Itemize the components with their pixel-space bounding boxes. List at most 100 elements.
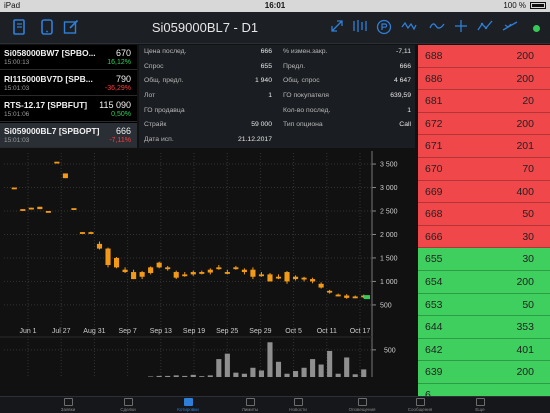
tab-limits[interactable]: Лимиты <box>225 397 275 413</box>
candle-body <box>224 272 230 274</box>
status-dot-icon <box>533 25 540 32</box>
indicators-icon[interactable] <box>351 19 369 37</box>
candle[interactable] <box>28 207 34 210</box>
candle[interactable] <box>37 206 43 210</box>
candle[interactable] <box>54 161 60 164</box>
instrument-name: RTS-12.17 [SPBFUT] <box>4 100 88 110</box>
order-book-quantity: 50 <box>522 298 534 311</box>
order-book[interactable]: 688 200 686 200 681 20 672 200 671 201 670 70 669 400… <box>418 45 550 396</box>
tab-news[interactable]: Новости <box>273 397 323 413</box>
order-book-quantity: 200 <box>516 366 534 379</box>
order-book-quantity: 353 <box>516 321 534 334</box>
info-label: Общ. спрос <box>283 77 320 85</box>
candle[interactable] <box>11 187 17 190</box>
y-tick-label: 1 500 <box>380 255 398 262</box>
order-book-bid-row[interactable]: 6 <box>418 384 550 396</box>
crosshair-icon[interactable] <box>452 19 470 37</box>
tab-messages[interactable]: Сообщения <box>395 397 445 413</box>
x-tick-label: Jun 1 <box>19 328 36 335</box>
order-book-bid-row[interactable]: 653 50 <box>418 293 550 317</box>
watchlist-item-selected[interactable]: Si059000BL7 [SPBOPT] 15:01:03 666 -7,11% <box>0 123 137 148</box>
battery-percent: 100 % <box>503 1 526 10</box>
order-book-quantity: 30 <box>522 253 534 266</box>
order-book-bid-row[interactable]: 655 30 <box>418 248 550 271</box>
volume-bar <box>361 369 367 377</box>
order-book-price: 671 <box>425 140 443 153</box>
order-book-price: 681 <box>425 95 443 108</box>
messages-icon <box>415 398 425 406</box>
order-book-price: 639 <box>425 366 443 379</box>
expand-icon[interactable] <box>328 19 346 37</box>
watchlist-item[interactable]: RI115000BV7D [SPB... 15:01:03 790 -36,29… <box>0 71 137 96</box>
candle[interactable] <box>71 208 77 210</box>
volume-bar <box>352 374 358 377</box>
tab-trades[interactable]: Сделки <box>103 397 153 413</box>
info-row: Тип опциона Call <box>278 118 415 133</box>
candle-body <box>284 272 290 282</box>
tab-more[interactable]: Еще <box>455 397 505 413</box>
candle-body <box>173 272 179 278</box>
order-book-bid-row[interactable]: 644 353 <box>418 316 550 339</box>
candle[interactable] <box>62 173 68 179</box>
order-book-price: 642 <box>425 343 443 356</box>
trendline-icon[interactable] <box>501 19 519 37</box>
volume-bar <box>327 350 333 377</box>
tab-orders[interactable]: Заявки <box>43 397 93 413</box>
limits-icon <box>245 398 255 406</box>
info-label: % измен.закр. <box>283 48 328 55</box>
volume-bar <box>216 359 222 377</box>
order-book-ask-row[interactable]: 669 400 <box>418 180 550 204</box>
order-book-ask-row[interactable]: 681 20 <box>418 90 550 113</box>
x-tick-label: Sep 19 <box>183 328 205 335</box>
order-book-ask-row[interactable]: 671 201 <box>418 135 550 158</box>
candle-body <box>148 267 154 273</box>
order-book-ask-row[interactable]: 668 50 <box>418 203 550 226</box>
candle[interactable] <box>113 257 120 269</box>
candle[interactable] <box>79 232 86 234</box>
wave-icon[interactable] <box>400 19 418 37</box>
candle-body <box>131 272 137 280</box>
tab-quotes[interactable]: Котировки <box>163 397 213 413</box>
candlestick-chart[interactable]: 3 500 3 000 2 500 2 000 1 500 1 000 500 Jun 1 Ju… <box>0 149 415 396</box>
candle[interactable] <box>156 261 162 269</box>
candle-body <box>105 248 111 265</box>
order-book-bid-row[interactable]: 639 200 <box>418 361 550 384</box>
order-book-bid-row[interactable]: 642 401 <box>418 338 550 362</box>
watchlist-item[interactable]: RTS-12.17 [SPBFUT] 15:01:06 115 090 0,50… <box>0 97 137 122</box>
order-book-bid-row[interactable]: 654 200 <box>418 271 550 294</box>
more-icon <box>475 398 485 406</box>
volume-bar <box>207 375 213 377</box>
volume-bar <box>267 342 273 377</box>
info-row: Дата исп. 21.12.2017 <box>139 133 276 148</box>
rouble-icon[interactable] <box>375 19 393 37</box>
candle[interactable] <box>20 209 26 211</box>
order-book-ask-row[interactable]: 670 70 <box>418 158 550 181</box>
order-book-ask-row[interactable]: 686 200 <box>418 67 550 91</box>
info-row: Общ. спрос 4 647 <box>278 74 415 89</box>
wave-alt-icon[interactable] <box>428 19 446 37</box>
y-tick-label: 500 <box>380 302 392 309</box>
candle-body <box>190 272 196 275</box>
info-label: ГО покупателя <box>283 92 329 100</box>
candle[interactable] <box>105 247 111 268</box>
candle-body <box>250 269 256 277</box>
candle-body <box>113 257 120 268</box>
info-value: 666 <box>260 48 272 55</box>
order-book-ask-row[interactable]: 666 30 <box>418 225 550 249</box>
volume-bar <box>318 364 324 377</box>
y-tick-label: 3 000 <box>380 185 398 192</box>
tab-alerts[interactable]: Оповещения <box>337 397 387 413</box>
watchlist-item[interactable]: Si058000BW7 [SPBO... 15:00:13 670 16,12% <box>0 45 137 70</box>
candle-body <box>45 211 51 213</box>
candle-body <box>20 209 26 211</box>
x-tick-label: Aug 31 <box>83 328 105 335</box>
candle-body <box>258 274 265 277</box>
zigzag-icon[interactable] <box>476 19 494 37</box>
instrument-name: RI115000BV7D [SPB... <box>4 74 93 84</box>
order-book-ask-row[interactable]: 672 200 <box>418 112 550 136</box>
price-chart[interactable]: 3 500 3 000 2 500 2 000 1 500 1 000 500 Jun 1 Ju… <box>0 149 415 396</box>
info-value: 1 <box>407 106 411 114</box>
candle[interactable] <box>45 211 51 213</box>
order-book-quantity: 200 <box>516 72 534 85</box>
order-book-ask-row[interactable]: 688 200 <box>418 45 550 68</box>
